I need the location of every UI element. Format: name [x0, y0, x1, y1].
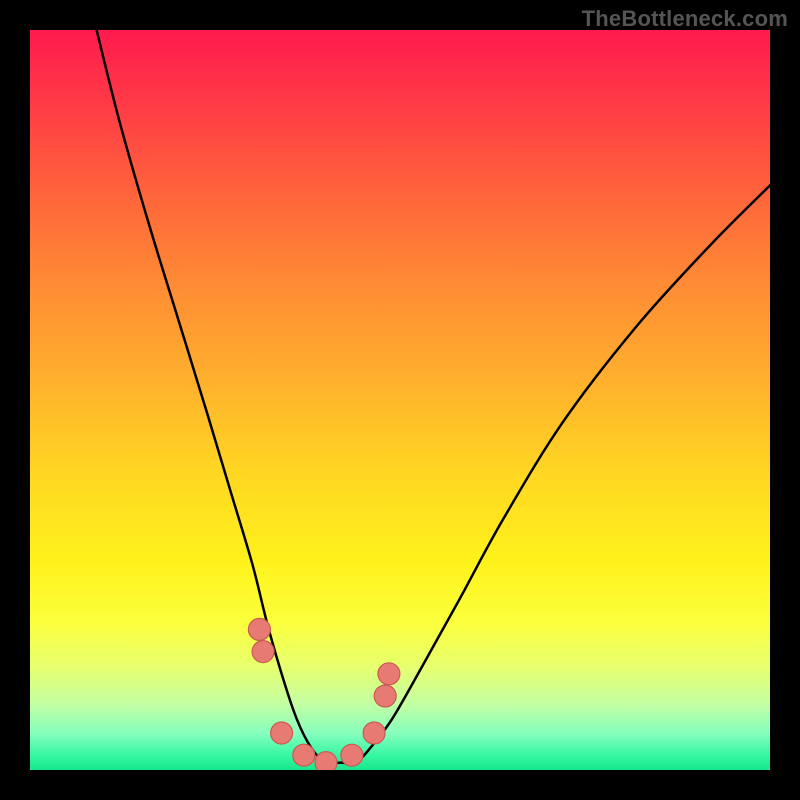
bottleneck-curve-svg	[30, 30, 770, 770]
data-marker	[363, 722, 385, 744]
data-marker	[293, 744, 315, 766]
marker-group	[248, 618, 400, 770]
bottleneck-curve	[97, 30, 770, 764]
data-marker	[252, 641, 274, 663]
data-marker	[271, 722, 293, 744]
outer-frame: TheBottleneck.com	[0, 0, 800, 800]
data-marker	[315, 752, 337, 770]
data-marker	[341, 744, 363, 766]
attribution-watermark: TheBottleneck.com	[582, 6, 788, 32]
data-marker	[378, 663, 400, 685]
data-marker	[374, 685, 396, 707]
data-marker	[248, 618, 270, 640]
plot-area	[30, 30, 770, 770]
